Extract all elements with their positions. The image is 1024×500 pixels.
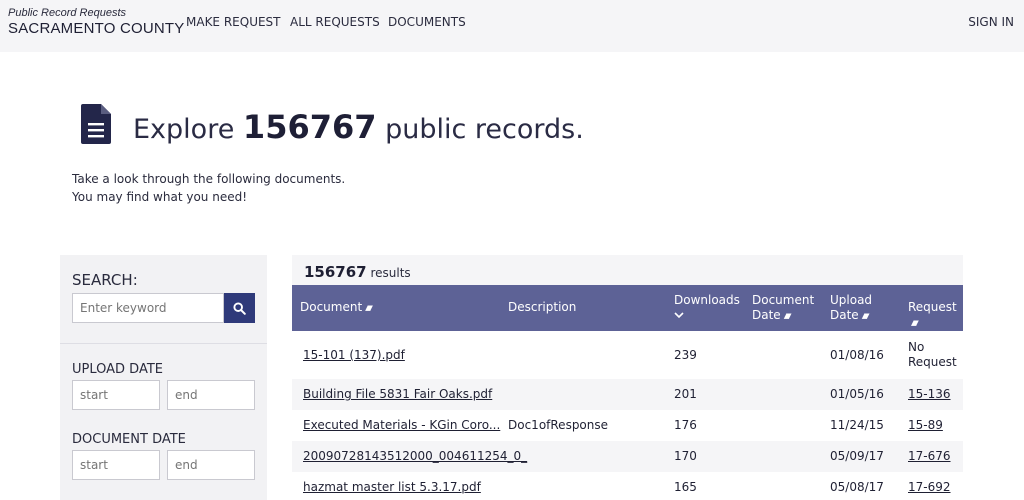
upload-date-cell: 01/08/16 [830, 348, 884, 362]
page-title-suffix: public records. [385, 114, 584, 145]
upload-date-label: UPLOAD DATE [72, 362, 163, 377]
table-row: Building File 5831 Fair Oaks.pdf 201 01/… [292, 379, 963, 410]
document-date-start-input[interactable] [72, 450, 160, 480]
filter-sidebar: SEARCH: UPLOAD DATE DOCUMENT DATE [60, 255, 267, 500]
downloads-cell: 239 [674, 348, 697, 362]
sort-icon: ▲▼ [783, 312, 792, 320]
downloads-cell: 201 [674, 387, 697, 401]
results-count-number: 156767 [304, 263, 367, 281]
top-nav-bar: Public Record Requests SACRAMENTO COUNTY… [0, 0, 1024, 52]
upload-date-cell: 05/08/17 [830, 480, 884, 494]
search-button[interactable] [224, 293, 255, 323]
search-label: SEARCH: [72, 271, 138, 289]
record-count: 156767 [242, 108, 377, 146]
document-date-end-input[interactable] [167, 450, 255, 480]
request-cell: No Request [908, 340, 957, 369]
downloads-cell: 170 [674, 449, 697, 463]
brand-title: SACRAMENTO COUNTY [8, 20, 185, 37]
column-header-request[interactable]: Request▲▼ [908, 300, 963, 331]
request-link[interactable]: 17-692 [908, 480, 951, 495]
table-row: hazmat master list 5.3.17.pdf 165 05/08/… [292, 472, 963, 500]
column-header-description[interactable]: Description [508, 300, 576, 315]
upload-date-end-input[interactable] [167, 380, 255, 410]
request-link[interactable]: 17-676 [908, 449, 951, 464]
page-title: Explore 156767 public records. [133, 108, 584, 146]
request-link[interactable]: 15-89 [908, 418, 943, 433]
table-row: 20090728143512000_004611254_0_ 170 05/09… [292, 441, 963, 472]
document-link[interactable]: 20090728143512000_004611254_0_ [303, 449, 527, 464]
page-title-prefix: Explore [133, 114, 235, 145]
brand-logo[interactable]: Public Record Requests SACRAMENTO COUNTY [8, 7, 184, 37]
sidebar-divider [60, 343, 267, 344]
column-header-document-date[interactable]: Document Date ▲▼ [752, 293, 814, 324]
brand-subtitle: Public Record Requests [8, 7, 127, 19]
page-subtitle: Take a look through the following docume… [72, 170, 345, 206]
table-row: Executed Materials - KGin Coro... Doc1of… [292, 410, 963, 441]
subtitle-line-2: You may find what you need! [72, 190, 248, 204]
document-link[interactable]: Executed Materials - KGin Coro... [303, 418, 500, 433]
document-icon [81, 104, 111, 144]
results-panel: 156767 results Document ▲▼ Description Do… [292, 255, 963, 500]
document-link[interactable]: 15-101 (137).pdf [303, 348, 405, 363]
downloads-cell: 165 [674, 480, 697, 494]
results-table-body: 15-101 (137).pdf 239 01/08/16 No Request… [292, 331, 963, 500]
sort-icon: ▲▼ [861, 312, 870, 320]
request-link[interactable]: 15-136 [908, 387, 951, 402]
document-link[interactable]: hazmat master list 5.3.17.pdf [303, 480, 481, 495]
nav-sign-in[interactable]: SIGN IN [968, 15, 1014, 29]
column-header-downloads[interactable]: Downloads [674, 293, 740, 323]
column-header-document[interactable]: Document ▲▼ [300, 300, 373, 316]
document-link[interactable]: Building File 5831 Fair Oaks.pdf [303, 387, 492, 402]
results-count-suffix: results [370, 266, 411, 280]
search-icon [233, 301, 246, 315]
results-count: 156767 results [304, 263, 411, 281]
upload-date-cell: 01/05/16 [830, 387, 884, 401]
upload-date-cell: 11/24/15 [830, 418, 884, 432]
table-header: Document ▲▼ Description Downloads Documen… [292, 285, 963, 331]
nav-all-requests[interactable]: ALL REQUESTS [290, 15, 380, 29]
downloads-cell: 176 [674, 418, 697, 432]
nav-documents[interactable]: DOCUMENTS [388, 15, 466, 29]
search-input[interactable] [72, 293, 224, 323]
column-header-upload-date[interactable]: Upload Date ▲▼ [830, 293, 872, 324]
table-row: 15-101 (137).pdf 239 01/08/16 No Request [292, 331, 963, 379]
upload-date-cell: 05/09/17 [830, 449, 884, 463]
nav-make-request[interactable]: MAKE REQUEST [186, 15, 281, 29]
subtitle-line-1: Take a look through the following docume… [72, 172, 346, 186]
upload-date-start-input[interactable] [72, 380, 160, 410]
sort-icon: ▲▼ [365, 304, 373, 312]
description-cell: Doc1ofResponse [508, 418, 609, 432]
document-date-label: DOCUMENT DATE [72, 432, 186, 447]
chevron-down-icon [674, 312, 684, 319]
sort-icon: ▲▼ [911, 319, 919, 327]
